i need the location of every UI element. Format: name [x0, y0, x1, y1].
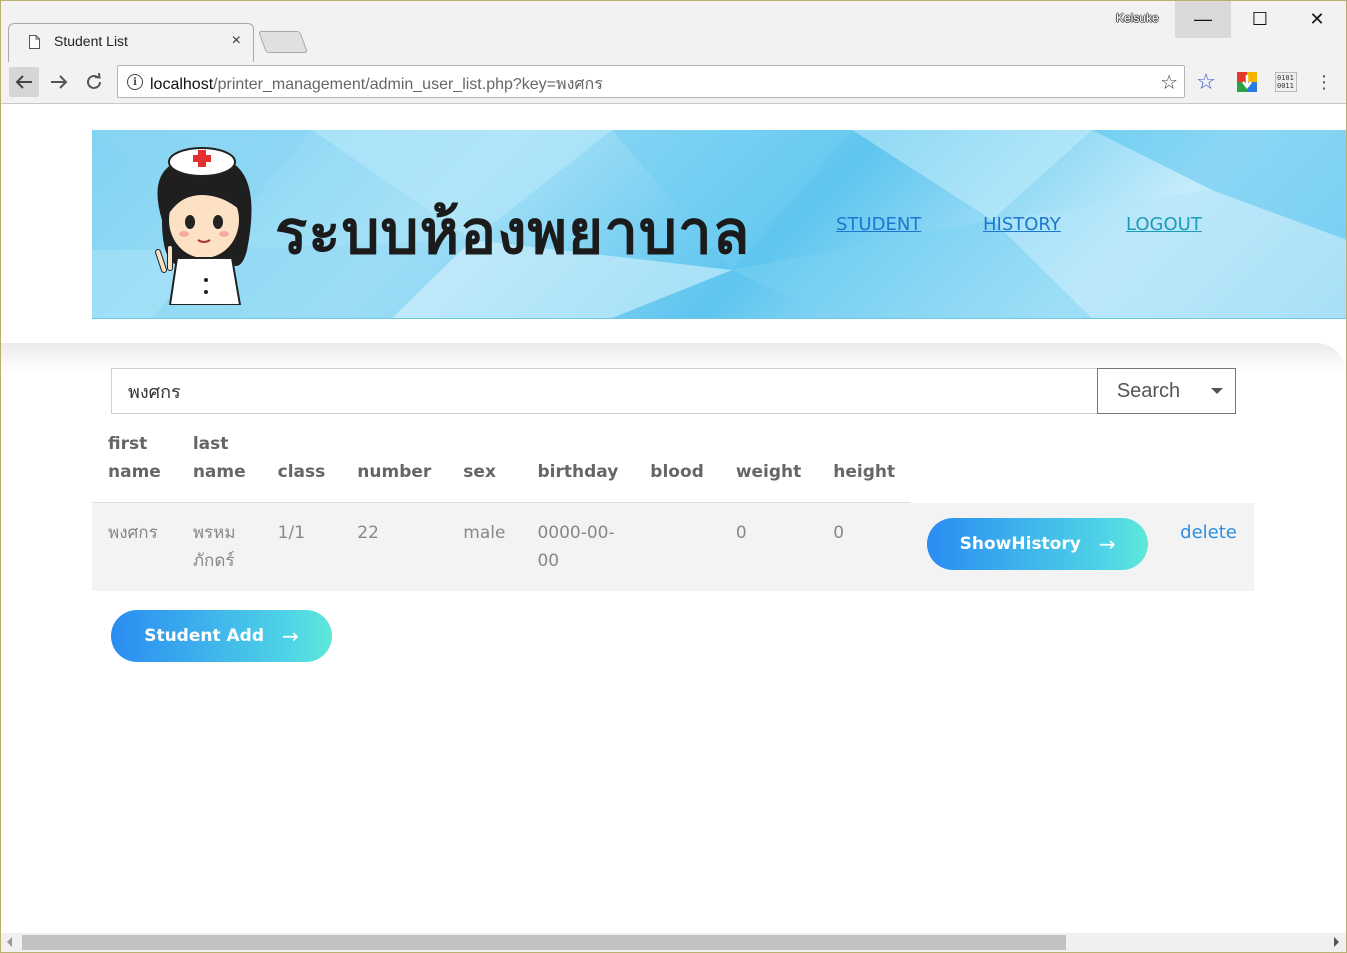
maximize-button[interactable]: ☐	[1232, 0, 1288, 38]
arrow-right-icon: →	[1098, 531, 1116, 556]
col-sex: sex	[447, 414, 522, 503]
scroll-left-icon[interactable]	[7, 937, 12, 947]
student-table: first name last name class number sex birt…	[92, 414, 1254, 591]
arrow-left-icon	[15, 75, 32, 89]
nav-logout-link[interactable]: LOGOUT	[1126, 214, 1202, 235]
page-content: ระบบห้องพยาบาล STUDENT HISTORY LOGOUT พง…	[1, 105, 1346, 933]
search-button[interactable]: Search	[1097, 368, 1200, 414]
info-icon[interactable]: i	[127, 74, 143, 90]
new-tab-button[interactable]	[257, 31, 309, 53]
url-text[interactable]: localhost/printer_management/admin_user_…	[150, 72, 603, 97]
col-first-name: first name	[92, 414, 177, 503]
minimize-button[interactable]: —	[1175, 0, 1231, 38]
cell-blood	[634, 503, 720, 592]
header-banner: ระบบห้องพยาบาล STUDENT HISTORY LOGOUT	[92, 130, 1346, 319]
search-input[interactable]: พงศกร	[111, 368, 1099, 414]
col-number: number	[341, 414, 448, 503]
cell-height: 0	[833, 523, 845, 543]
scroll-right-icon[interactable]	[1334, 937, 1339, 947]
cell-class: 1/1	[277, 523, 306, 543]
reload-icon	[87, 73, 101, 89]
cell-last-name: พรหม ภักดร์	[192, 523, 236, 571]
cell-action: ShowHistory →	[911, 503, 1164, 592]
col-blood: blood	[634, 414, 720, 503]
browser-tabstrip: Student List × Keisuke — ☐ ✕	[0, 0, 1347, 63]
col-last-name: last name	[176, 414, 262, 503]
nav-history-link[interactable]: HISTORY	[983, 214, 1061, 235]
scrollbar-thumb[interactable]	[22, 935, 1066, 950]
table-row: พงศกร พรหม ภักดร์ 1/1 22 male 0000-00- 00 …	[92, 502, 1254, 592]
reload-button[interactable]	[79, 67, 109, 97]
extension-binary-icon[interactable]: 0101 0011	[1275, 71, 1297, 93]
arrow-right-icon	[51, 75, 68, 89]
cell-sex: male	[463, 523, 506, 543]
browser-toolbar: i localhost/printer_management/admin_use…	[0, 62, 1347, 104]
extension-download-icon[interactable]	[1236, 71, 1258, 93]
cell-delete: delete	[1164, 503, 1254, 592]
back-button[interactable]	[9, 67, 39, 97]
extension-star-icon[interactable]: ☆	[1195, 69, 1217, 94]
tab-close-icon[interactable]: ×	[232, 32, 241, 50]
caret-down-icon	[1211, 388, 1223, 394]
menu-dots-icon[interactable]: ⋮	[1313, 71, 1335, 93]
document-icon	[29, 35, 40, 49]
delete-link[interactable]: delete	[1180, 522, 1237, 543]
nav-student-link[interactable]: STUDENT	[836, 214, 921, 235]
close-window-button[interactable]: ✕	[1289, 0, 1345, 38]
table-header-row: first name last name class number sex birt…	[92, 414, 1254, 503]
svg-text:0011: 0011	[1277, 82, 1294, 90]
horizontal-scrollbar[interactable]	[1, 933, 1346, 952]
cell-weight: 0	[735, 523, 747, 543]
search-dropdown-button[interactable]	[1199, 368, 1236, 414]
student-add-button[interactable]: Student Add →	[111, 610, 332, 662]
col-class: class	[261, 414, 342, 503]
cell-birthday: 0000-00- 00	[537, 523, 615, 571]
nurse-mascot-icon	[155, 147, 252, 305]
svg-text:0101: 0101	[1277, 74, 1294, 82]
col-delete	[1164, 414, 1254, 503]
col-height: height	[817, 414, 912, 503]
arrow-right-icon: →	[282, 624, 299, 648]
col-weight: weight	[719, 414, 818, 503]
cell-number: 22	[357, 523, 379, 543]
cell-first-name: พงศกร	[108, 523, 158, 543]
browser-tab[interactable]: Student List ×	[8, 23, 254, 63]
profile-name[interactable]: Keisuke	[1116, 11, 1159, 25]
address-bar[interactable]: i localhost/printer_management/admin_use…	[117, 65, 1185, 98]
bookmark-star-icon[interactable]: ☆	[1160, 70, 1178, 95]
tab-title: Student List	[54, 33, 128, 49]
col-action	[911, 414, 1164, 503]
forward-button[interactable]	[44, 67, 74, 97]
site-title: ระบบห้องพยาบาล	[275, 198, 751, 268]
col-birthday: birthday	[521, 414, 635, 503]
show-history-button[interactable]: ShowHistory →	[927, 517, 1149, 570]
